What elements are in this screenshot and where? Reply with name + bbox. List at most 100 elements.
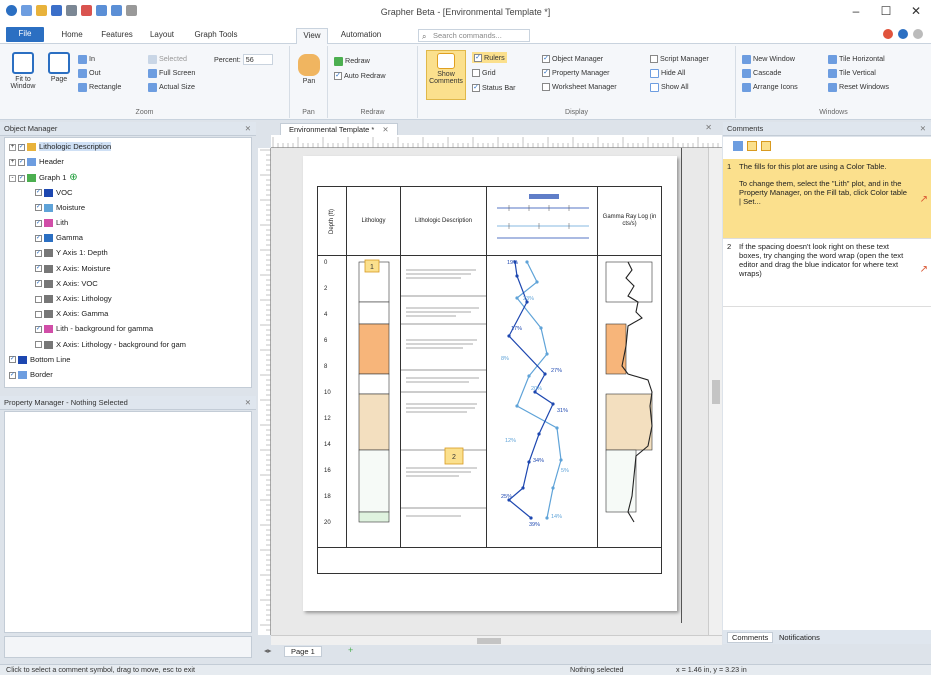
- tree-item[interactable]: X Axis: Lithology - background for gam: [35, 340, 186, 349]
- expand-toggle-icon[interactable]: +: [9, 143, 16, 151]
- page-tab[interactable]: Page 1: [284, 646, 322, 657]
- tab-graph-tools[interactable]: Graph Tools: [186, 28, 246, 44]
- rulers-checkbox[interactable]: ✓ Rulers: [472, 52, 507, 64]
- auto-redraw-checkbox[interactable]: ✓ Auto Redraw: [334, 71, 386, 81]
- object-manager-checkbox[interactable]: ✓ Object Manager: [542, 54, 603, 64]
- edit-comment-icon[interactable]: ↗: [920, 265, 928, 275]
- expand-toggle-icon[interactable]: -: [9, 174, 16, 182]
- new-window-button[interactable]: New Window: [742, 54, 795, 64]
- zoom-selected-button[interactable]: Selected: [148, 54, 187, 64]
- visibility-checkbox[interactable]: ✓: [35, 325, 42, 333]
- redraw-button[interactable]: Redraw: [334, 56, 370, 66]
- pan-button[interactable]: Pan: [296, 54, 322, 85]
- close-button[interactable]: ✕: [901, 2, 931, 20]
- visibility-checkbox[interactable]: ✓: [18, 158, 25, 166]
- tree-item[interactable]: ✓ X Axis: VOC: [35, 279, 98, 288]
- percent-value[interactable]: 56: [242, 54, 273, 65]
- tree-item[interactable]: - ✓ Graph 1 ⊕: [9, 172, 78, 183]
- visibility-checkbox[interactable]: ✓: [18, 143, 25, 151]
- tree-item[interactable]: ✓ Border: [9, 370, 53, 379]
- tree-item[interactable]: ✓ Moisture: [35, 203, 85, 212]
- visibility-checkbox[interactable]: [35, 310, 42, 318]
- status-bar-checkbox[interactable]: ✓ Status Bar: [472, 83, 516, 93]
- comment-list-icon[interactable]: [747, 141, 757, 151]
- visibility-checkbox[interactable]: ✓: [35, 219, 42, 227]
- full-screen-button[interactable]: Full Screen: [148, 68, 195, 78]
- page-button[interactable]: Page: [46, 52, 72, 83]
- fit-to-window-button[interactable]: Fit to Window: [6, 52, 40, 90]
- comment-pointer-icon[interactable]: [761, 141, 771, 151]
- cascade-button[interactable]: Cascade: [742, 68, 781, 78]
- tab-view[interactable]: View: [296, 28, 328, 45]
- worksheet-manager-checkbox[interactable]: Worksheet Manager: [542, 82, 617, 92]
- tab-home[interactable]: Home: [54, 28, 90, 44]
- tree-item[interactable]: ✓ Lith: [35, 218, 68, 227]
- tab-comments[interactable]: Comments: [727, 632, 774, 643]
- arrange-icons-button[interactable]: Arrange Icons: [742, 82, 798, 92]
- property-manager-checkbox[interactable]: ✓ Property Manager: [542, 68, 610, 78]
- grid-checkbox[interactable]: Grid: [472, 68, 496, 78]
- collapse-ribbon-icon[interactable]: [913, 29, 923, 39]
- maximize-button[interactable]: ☐: [871, 2, 901, 20]
- comment-1[interactable]: 1 The fills for this plot are using a Co…: [723, 159, 931, 239]
- zoom-rectangle-button[interactable]: Rectangle: [78, 82, 121, 92]
- visibility-checkbox[interactable]: ✓: [9, 356, 16, 364]
- close-tab-icon[interactable]: ✕: [382, 125, 388, 134]
- tree-item[interactable]: ✓ Gamma: [35, 233, 83, 243]
- show-all-button[interactable]: Show All: [650, 82, 689, 92]
- page-nav-icon[interactable]: ◂▸: [264, 646, 272, 655]
- tree-item[interactable]: ✓ Bottom Line: [9, 355, 71, 364]
- hide-all-button[interactable]: Hide All: [650, 68, 685, 78]
- visibility-checkbox[interactable]: ✓: [9, 371, 16, 379]
- add-page-icon[interactable]: +: [348, 645, 353, 655]
- tab-notifications[interactable]: Notifications: [779, 633, 820, 642]
- tree-item[interactable]: X Axis: Gamma: [35, 309, 108, 319]
- visibility-checkbox[interactable]: ✓: [35, 204, 42, 212]
- add-plot-icon[interactable]: ⊕: [66, 172, 77, 183]
- tab-automation[interactable]: Automation: [332, 28, 390, 44]
- tree-item[interactable]: X Axis: Lithology: [35, 294, 112, 303]
- document-tab[interactable]: Environmental Template * ✕: [280, 123, 398, 135]
- reset-windows-button[interactable]: Reset Windows: [828, 82, 889, 92]
- visibility-checkbox[interactable]: ✓: [35, 189, 42, 197]
- tree-item[interactable]: ✓ Y Axis 1: Depth: [35, 248, 108, 258]
- visibility-checkbox[interactable]: [35, 295, 42, 303]
- settings-icon[interactable]: [883, 29, 893, 39]
- zoom-out-button[interactable]: Out: [78, 68, 101, 78]
- show-comments-button[interactable]: Show Comments: [426, 50, 466, 100]
- tile-horizontal-button[interactable]: Tile Horizontal: [828, 54, 885, 64]
- visibility-checkbox[interactable]: [35, 341, 42, 349]
- tab-features[interactable]: Features: [94, 28, 140, 44]
- close-comments-icon[interactable]: ✕: [920, 122, 926, 136]
- script-manager-checkbox[interactable]: Script Manager: [650, 54, 709, 64]
- comment-filter-icon[interactable]: [733, 141, 743, 151]
- visibility-checkbox[interactable]: ✓: [35, 249, 42, 257]
- horizontal-scrollbar[interactable]: [271, 635, 722, 645]
- edit-comment-icon[interactable]: ↗: [920, 195, 928, 205]
- help-icon[interactable]: [898, 29, 908, 39]
- plot-canvas[interactable]: Depth (ft) Lithology Lithologic Descript…: [271, 148, 708, 635]
- pin-icon[interactable]: ✕: [245, 122, 251, 136]
- actual-size-button[interactable]: Actual Size: [148, 82, 195, 92]
- tree-item[interactable]: + ✓ Header: [9, 157, 64, 167]
- vertical-scroll-thumb[interactable]: [712, 380, 720, 404]
- close-icon[interactable]: ✕: [245, 396, 251, 410]
- visibility-checkbox[interactable]: ✓: [35, 265, 42, 273]
- visibility-checkbox[interactable]: ✓: [35, 280, 42, 288]
- visibility-checkbox[interactable]: ✓: [35, 234, 42, 242]
- minimize-button[interactable]: –: [841, 2, 871, 20]
- zoom-percent-field[interactable]: Percent: 56: [214, 54, 273, 65]
- tab-layout[interactable]: Layout: [142, 28, 182, 44]
- vertical-scrollbar[interactable]: [708, 148, 722, 635]
- tab-file[interactable]: File: [6, 27, 44, 42]
- zoom-in-button[interactable]: In: [78, 54, 95, 64]
- visibility-checkbox[interactable]: ✓: [18, 174, 25, 182]
- tile-vertical-button[interactable]: Tile Vertical: [828, 68, 876, 78]
- horizontal-scroll-thumb[interactable]: [477, 638, 501, 644]
- tree-item[interactable]: ✓ Lith - background for gamma: [35, 324, 153, 334]
- tree-item[interactable]: ✓ X Axis: Moisture: [35, 264, 110, 273]
- close-document-icon[interactable]: ✕: [705, 123, 712, 132]
- expand-toggle-icon[interactable]: +: [9, 158, 16, 166]
- tree-item[interactable]: ✓ VOC: [35, 188, 72, 197]
- comment-2[interactable]: 2 If the spacing doesn't look right on t…: [723, 239, 931, 307]
